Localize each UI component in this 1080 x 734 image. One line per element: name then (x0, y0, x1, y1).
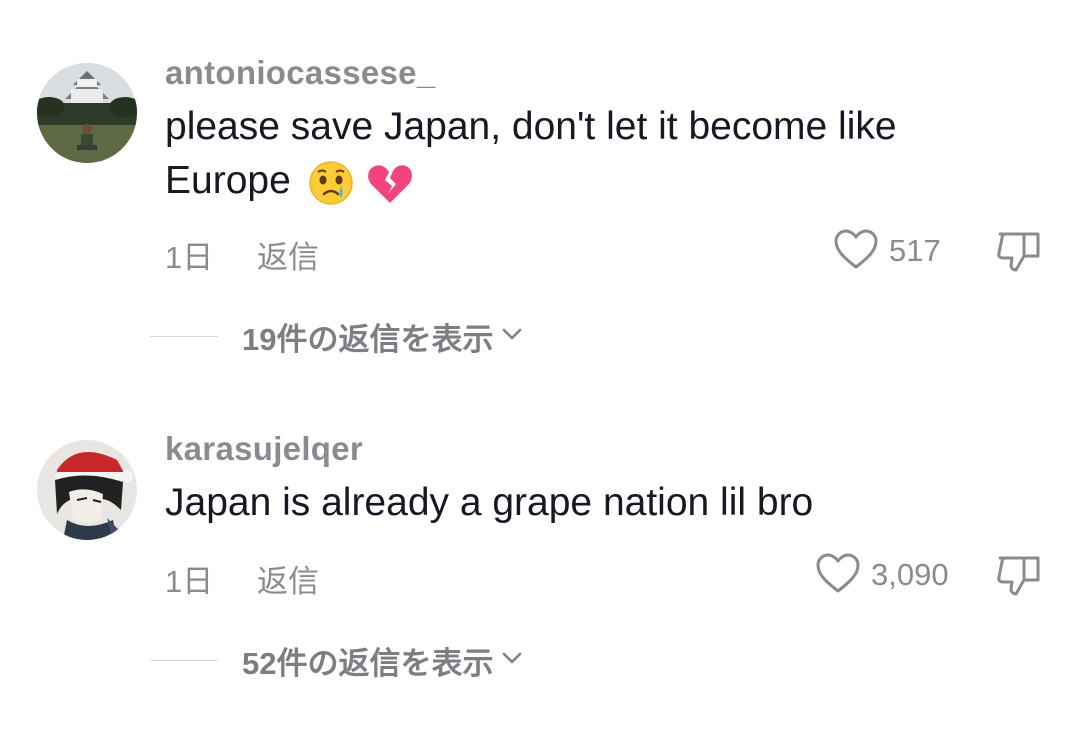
view-replies-button[interactable]: 19件の返信を表示 (150, 314, 523, 358)
divider (150, 659, 218, 661)
avatar[interactable] (37, 440, 137, 540)
comment-username[interactable]: karasujelqer (165, 430, 363, 468)
reply-button[interactable]: 返信 (257, 556, 319, 601)
comment-item: karasujelqer Japan is already a grape na… (0, 380, 1080, 734)
comment-username[interactable]: antoniocassese_ (165, 54, 435, 92)
comment-text: please save Japan, don't let it become l… (165, 105, 897, 202)
thumbs-down-outline-icon[interactable] (994, 226, 1044, 276)
like-button[interactable]: 517 (833, 226, 941, 276)
comment-timestamp: 1日 (165, 240, 214, 275)
view-replies-label[interactable]: 19件の返信を表示 (242, 314, 493, 359)
comment-item: antoniocassese_ please save Japan, don't… (0, 0, 1080, 380)
chevron-down-icon[interactable] (501, 651, 523, 670)
like-button[interactable]: 3,090 (815, 550, 949, 600)
heart-outline-icon[interactable] (833, 228, 879, 275)
reply-button[interactable]: 返信 (257, 232, 319, 277)
divider (150, 335, 218, 337)
view-replies-label[interactable]: 52件の返信を表示 (242, 638, 493, 683)
comment-timestamp: 1日 (165, 564, 214, 599)
heart-outline-icon[interactable] (815, 552, 861, 599)
crying-face-emoji-icon (308, 160, 354, 206)
comment-body: please save Japan, don't let it become l… (165, 100, 1025, 208)
view-replies-button[interactable]: 52件の返信を表示 (150, 638, 523, 682)
avatar[interactable] (37, 63, 137, 163)
like-count: 517 (889, 233, 941, 268)
comment-body: Japan is already a grape nation lil bro (165, 476, 1025, 530)
like-count: 3,090 (871, 557, 949, 592)
chevron-down-icon[interactable] (501, 327, 523, 346)
comment-text: Japan is already a grape nation lil bro (165, 481, 814, 524)
thumbs-down-outline-icon[interactable] (994, 550, 1044, 600)
broken-heart-emoji-icon (366, 160, 414, 206)
